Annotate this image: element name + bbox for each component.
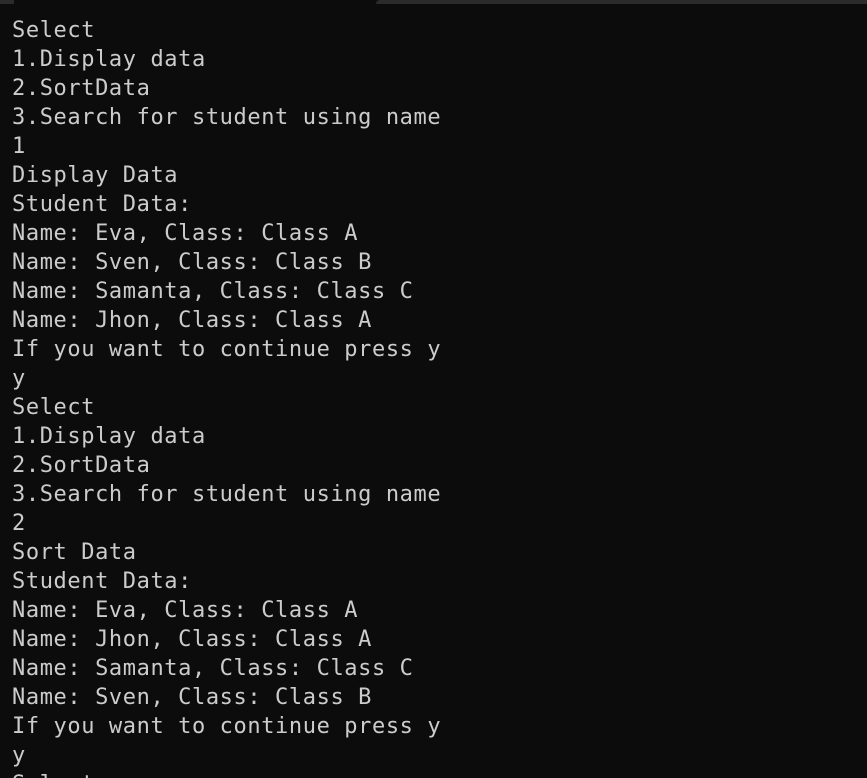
console-line: Display Data — [12, 163, 179, 188]
console-line: 1.Display data — [12, 47, 206, 72]
console-line: 3.Search for student using name — [12, 105, 442, 130]
console-line: Name: Jhon, Class: Class A — [12, 308, 372, 333]
console-line: If you want to continue press y — [12, 337, 442, 362]
title-bar-edge — [0, 0, 867, 4]
console-line: 2.SortData — [12, 76, 151, 101]
console-line: Name: Eva, Class: Class A — [12, 221, 359, 246]
console-line: Name: Samanta, Class: Class C — [12, 279, 414, 304]
console-output[interactable]: Select 1.Display data 2.SortData 3.Searc… — [12, 16, 862, 778]
console-line: y — [12, 743, 26, 768]
console-line: 2 — [12, 511, 26, 536]
console-line: y — [12, 366, 26, 391]
console-line: 1.Display data — [12, 424, 206, 449]
console-line: Select — [12, 18, 96, 43]
console-line: 2.SortData — [12, 453, 151, 478]
console-line: Name: Sven, Class: Class B — [12, 250, 372, 275]
console-line: Student Data: — [12, 569, 192, 594]
window-corner — [0, 0, 14, 4]
terminal-window[interactable]: Select 1.Display data 2.SortData 3.Searc… — [0, 0, 867, 778]
console-line: Name: Eva, Class: Class A — [12, 598, 359, 623]
console-line: Student Data: — [12, 192, 192, 217]
console-line: Name: Samanta, Class: Class C — [12, 656, 414, 681]
console-line: 1 — [12, 134, 26, 159]
console-line: Select — [12, 770, 862, 778]
tab-bar-edge — [376, 0, 867, 4]
console-line: Name: Sven, Class: Class B — [12, 685, 372, 710]
console-line: Name: Jhon, Class: Class A — [12, 627, 372, 652]
console-line: If you want to continue press y — [12, 714, 442, 739]
console-line: Sort Data — [12, 540, 137, 565]
console-line: Select — [12, 395, 96, 420]
console-line: 3.Search for student using name — [12, 482, 442, 507]
